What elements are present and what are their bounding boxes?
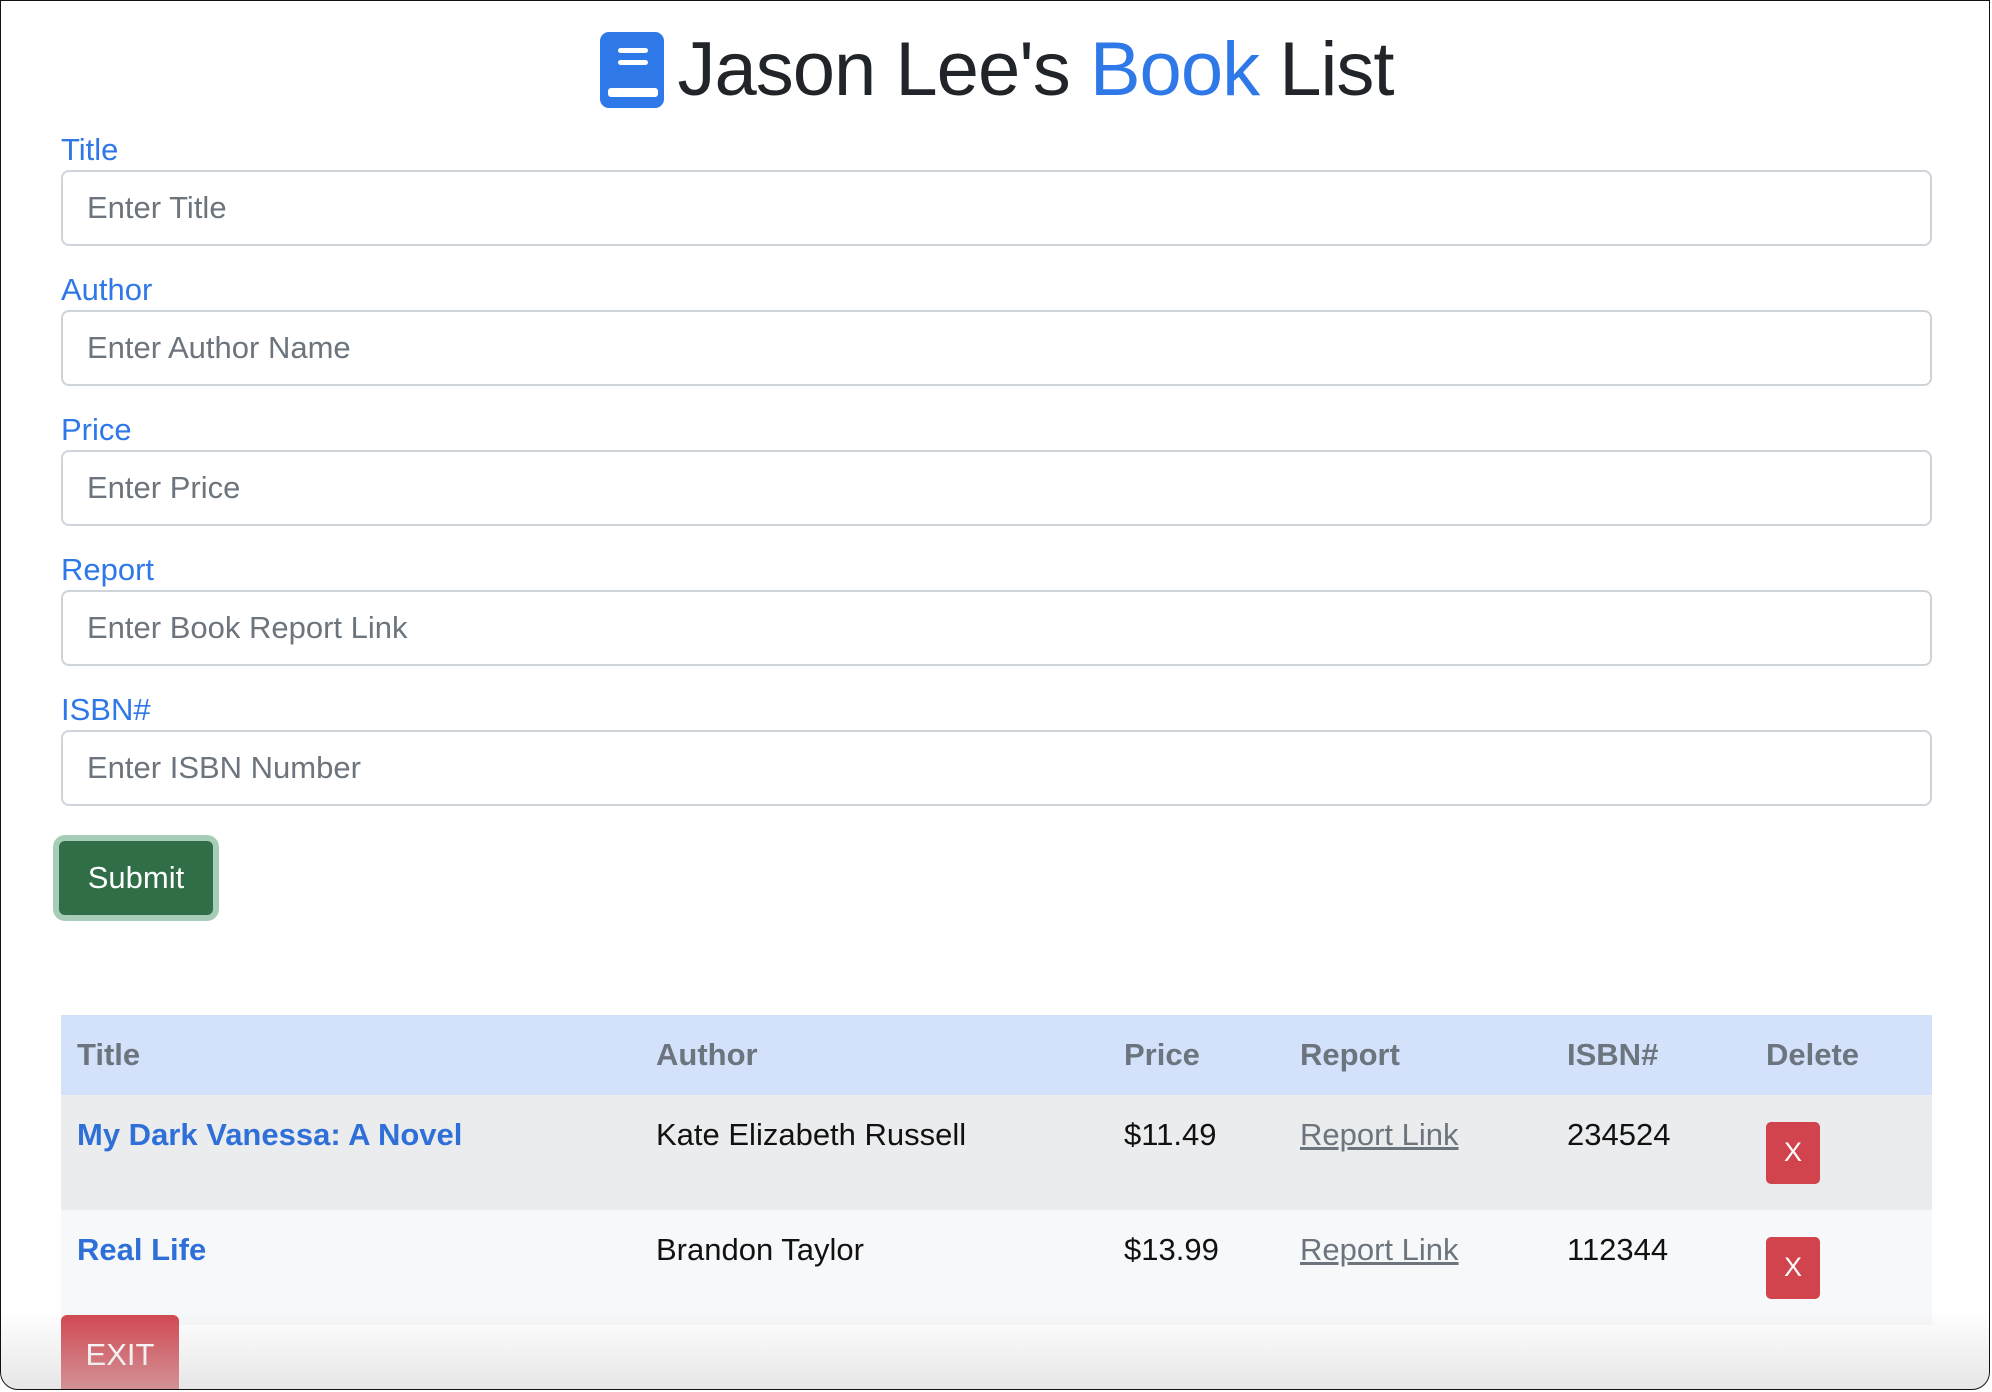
isbn-form-group: ISBN#: [61, 690, 1932, 806]
cell-price: $11.49: [1108, 1095, 1284, 1210]
cell-price: $13.99: [1108, 1210, 1284, 1325]
title-accent: Book: [1089, 27, 1260, 112]
header-author: Author: [640, 1015, 1108, 1095]
cell-report: Report Link: [1284, 1095, 1551, 1210]
page-title: Jason Lee's Book List: [678, 32, 1395, 108]
report-link[interactable]: Report Link: [1300, 1117, 1459, 1152]
header-isbn: ISBN#: [1551, 1015, 1750, 1095]
title-input[interactable]: [61, 170, 1932, 246]
cell-author: Kate Elizabeth Russell: [640, 1095, 1108, 1210]
book-icon: [599, 32, 664, 108]
title-form-group: Title: [61, 130, 1932, 246]
cell-report: Report Link: [1284, 1210, 1551, 1325]
cell-title: Real Life: [61, 1210, 640, 1325]
cell-isbn: 112344: [1551, 1210, 1750, 1325]
table-body: My Dark Vanessa: A Novel Kate Elizabeth …: [61, 1095, 1932, 1325]
book-table: Title Author Price Report ISBN# Delete M…: [61, 1015, 1932, 1325]
exit-button[interactable]: EXIT: [61, 1315, 179, 1389]
submit-button[interactable]: Submit: [59, 841, 213, 915]
price-label: Price: [61, 412, 132, 447]
cell-delete: X: [1750, 1095, 1932, 1210]
header-delete: Delete: [1750, 1015, 1932, 1095]
author-form-group: Author: [61, 270, 1932, 386]
book-title-link[interactable]: Real Life: [77, 1232, 206, 1267]
app-window: Jason Lee's Book List Title Author Price…: [0, 0, 1990, 1390]
isbn-label: ISBN#: [61, 692, 151, 727]
author-input[interactable]: [61, 310, 1932, 386]
title-suffix: List: [1279, 27, 1394, 112]
cell-title: My Dark Vanessa: A Novel: [61, 1095, 640, 1210]
title-label: Title: [61, 132, 119, 167]
delete-button[interactable]: X: [1766, 1121, 1820, 1184]
book-title-link[interactable]: My Dark Vanessa: A Novel: [77, 1117, 462, 1152]
report-link[interactable]: Report Link: [1300, 1232, 1459, 1267]
header-price: Price: [1108, 1015, 1284, 1095]
author-label: Author: [61, 272, 153, 307]
header-title: Title: [61, 1015, 640, 1095]
cell-isbn: 234524: [1551, 1095, 1750, 1210]
cell-delete: X: [1750, 1210, 1932, 1325]
report-label: Report: [61, 552, 155, 587]
title-prefix: Jason Lee's: [677, 27, 1071, 112]
table-row: Real Life Brandon Taylor $13.99 Report L…: [61, 1210, 1932, 1325]
table-header-row: Title Author Price Report ISBN# Delete: [61, 1015, 1932, 1095]
report-input[interactable]: [61, 590, 1932, 666]
header-report: Report: [1284, 1015, 1551, 1095]
report-form-group: Report: [61, 550, 1932, 666]
price-form-group: Price: [61, 410, 1932, 526]
isbn-input[interactable]: [61, 730, 1932, 806]
page-header: Jason Lee's Book List: [61, 25, 1932, 115]
table-header: Title Author Price Report ISBN# Delete: [61, 1015, 1932, 1095]
delete-button[interactable]: X: [1766, 1236, 1820, 1299]
table-row: My Dark Vanessa: A Novel Kate Elizabeth …: [61, 1095, 1932, 1210]
submit-focus-ring: Submit: [53, 835, 219, 921]
price-input[interactable]: [61, 450, 1932, 526]
cell-author: Brandon Taylor: [640, 1210, 1108, 1325]
